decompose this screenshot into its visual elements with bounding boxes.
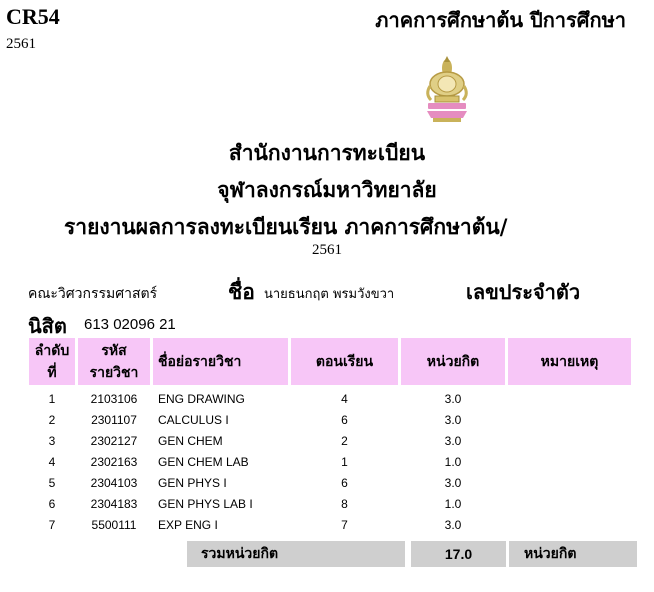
student-name: นายธนกฤต พรมวังขวา	[264, 287, 395, 302]
cell-name: GEN PHYS I	[158, 475, 227, 490]
header-no-line2: ที่	[47, 364, 57, 381]
table-row: 5 2304103 GEN PHYS I 6 3.0	[29, 472, 631, 493]
cell-credits: 3.0	[444, 433, 462, 448]
cell-credits: 3.0	[444, 412, 462, 427]
cell-credits: 3.0	[444, 517, 462, 532]
cell-credits: 1.0	[444, 454, 462, 469]
cell-no: 4	[48, 454, 56, 469]
total-credits-unit: หน่วยกิต	[509, 541, 637, 567]
cell-note	[508, 451, 631, 472]
table-row: 1 2103106 ENG DRAWING 4 3.0	[29, 388, 631, 409]
header-code: รหัส รายวิชา	[78, 338, 150, 388]
cell-section: 6	[341, 412, 348, 427]
table-row: 6 2304183 GEN PHYS LAB I 8 1.0	[29, 493, 631, 514]
student-id-label: เลขประจำตัว	[466, 280, 581, 304]
cell-name: GEN CHEM	[158, 433, 223, 448]
table-row: 3 2302127 GEN CHEM 2 3.0	[29, 430, 631, 451]
cell-note	[508, 388, 631, 409]
cell-section: 7	[341, 517, 348, 532]
header-year: 2561	[6, 36, 36, 52]
table-row: 7 5500111 EXP ENG I 7 3.0	[29, 514, 631, 535]
table-row: 4 2302163 GEN CHEM LAB 1 1.0	[29, 451, 631, 472]
cell-note	[508, 472, 631, 493]
cell-name: EXP ENG I	[158, 517, 218, 532]
cell-note	[508, 409, 631, 430]
cell-no: 6	[48, 496, 56, 511]
name-label: ชื่อ	[228, 279, 255, 304]
university-seal-icon	[426, 56, 468, 122]
header-code-line2: รายวิชา	[89, 364, 139, 381]
cell-section: 8	[341, 496, 348, 511]
registration-table: ลำดับ ที่ รหัส รายวิชา ชื่อย่อรายวิชา ตอ…	[26, 338, 634, 535]
cell-credits: 1.0	[444, 496, 462, 511]
cell-name: GEN CHEM LAB	[158, 454, 249, 469]
report-year: 2561	[312, 242, 342, 258]
total-credits-label: รวมหน่วยกิต	[187, 541, 405, 567]
report-title: รายงานผลการลงทะเบียนเรียน ภาคการศึกษาต้น…	[64, 214, 508, 239]
cell-name: GEN PHYS LAB I	[158, 496, 253, 511]
table-body: 1 2103106 ENG DRAWING 4 3.0 2 2301107 CALCULUS …	[29, 388, 631, 535]
faculty: คณะวิศวกรรมศาสตร์	[28, 286, 158, 302]
office-title: สำนักงานการทะเบียน	[228, 140, 426, 165]
cell-section: 1	[341, 454, 348, 469]
total-credits-value: 17.0	[411, 541, 506, 567]
header-no: ลำดับ ที่	[29, 338, 75, 388]
cell-section: 2	[341, 433, 348, 448]
cell-code: 2302163	[90, 454, 138, 469]
cell-credits: 3.0	[444, 475, 462, 490]
cell-code: 2302127	[90, 433, 138, 448]
header-section: ตอนเรียน	[291, 338, 398, 388]
cell-section: 4	[341, 391, 348, 406]
cell-code: 2304183	[90, 496, 138, 511]
cell-note	[508, 493, 631, 514]
cell-code: 2301107	[91, 412, 137, 427]
cell-no: 3	[48, 433, 56, 448]
cell-note	[508, 514, 631, 535]
table-header-row: ลำดับ ที่ รหัส รายวิชา ชื่อย่อรายวิชา ตอ…	[29, 338, 631, 388]
header-note: หมายเหตุ	[508, 338, 631, 388]
cell-code: 2304103	[90, 475, 138, 490]
header-course-name: ชื่อย่อรายวิชา	[153, 338, 288, 388]
cell-no: 7	[48, 517, 56, 532]
cell-section: 6	[341, 475, 348, 490]
university-title: จุฬาลงกรณ์มหาวิทยาลัย	[217, 177, 437, 202]
cell-no: 1	[48, 391, 56, 406]
header-code-line1: รหัส	[101, 342, 127, 359]
header-term-title: ภาคการศึกษาต้น ปีการศึกษา	[375, 8, 626, 32]
form-code: CR54	[6, 4, 60, 29]
cell-code: 2103106	[90, 391, 138, 406]
header-no-line1: ลำดับ	[34, 342, 70, 359]
student-id: 613 02096 21	[84, 316, 176, 333]
cell-note	[508, 430, 631, 451]
table-row: 2 2301107 CALCULUS I 6 3.0	[29, 409, 631, 430]
cell-no: 5	[48, 475, 56, 490]
cell-code: 5500111	[91, 517, 137, 532]
cell-name: ENG DRAWING	[158, 391, 245, 406]
cell-no: 2	[48, 412, 56, 427]
cell-name: CALCULUS I	[158, 412, 229, 427]
cell-credits: 3.0	[444, 391, 462, 406]
header-credits: หน่วยกิต	[401, 338, 505, 388]
